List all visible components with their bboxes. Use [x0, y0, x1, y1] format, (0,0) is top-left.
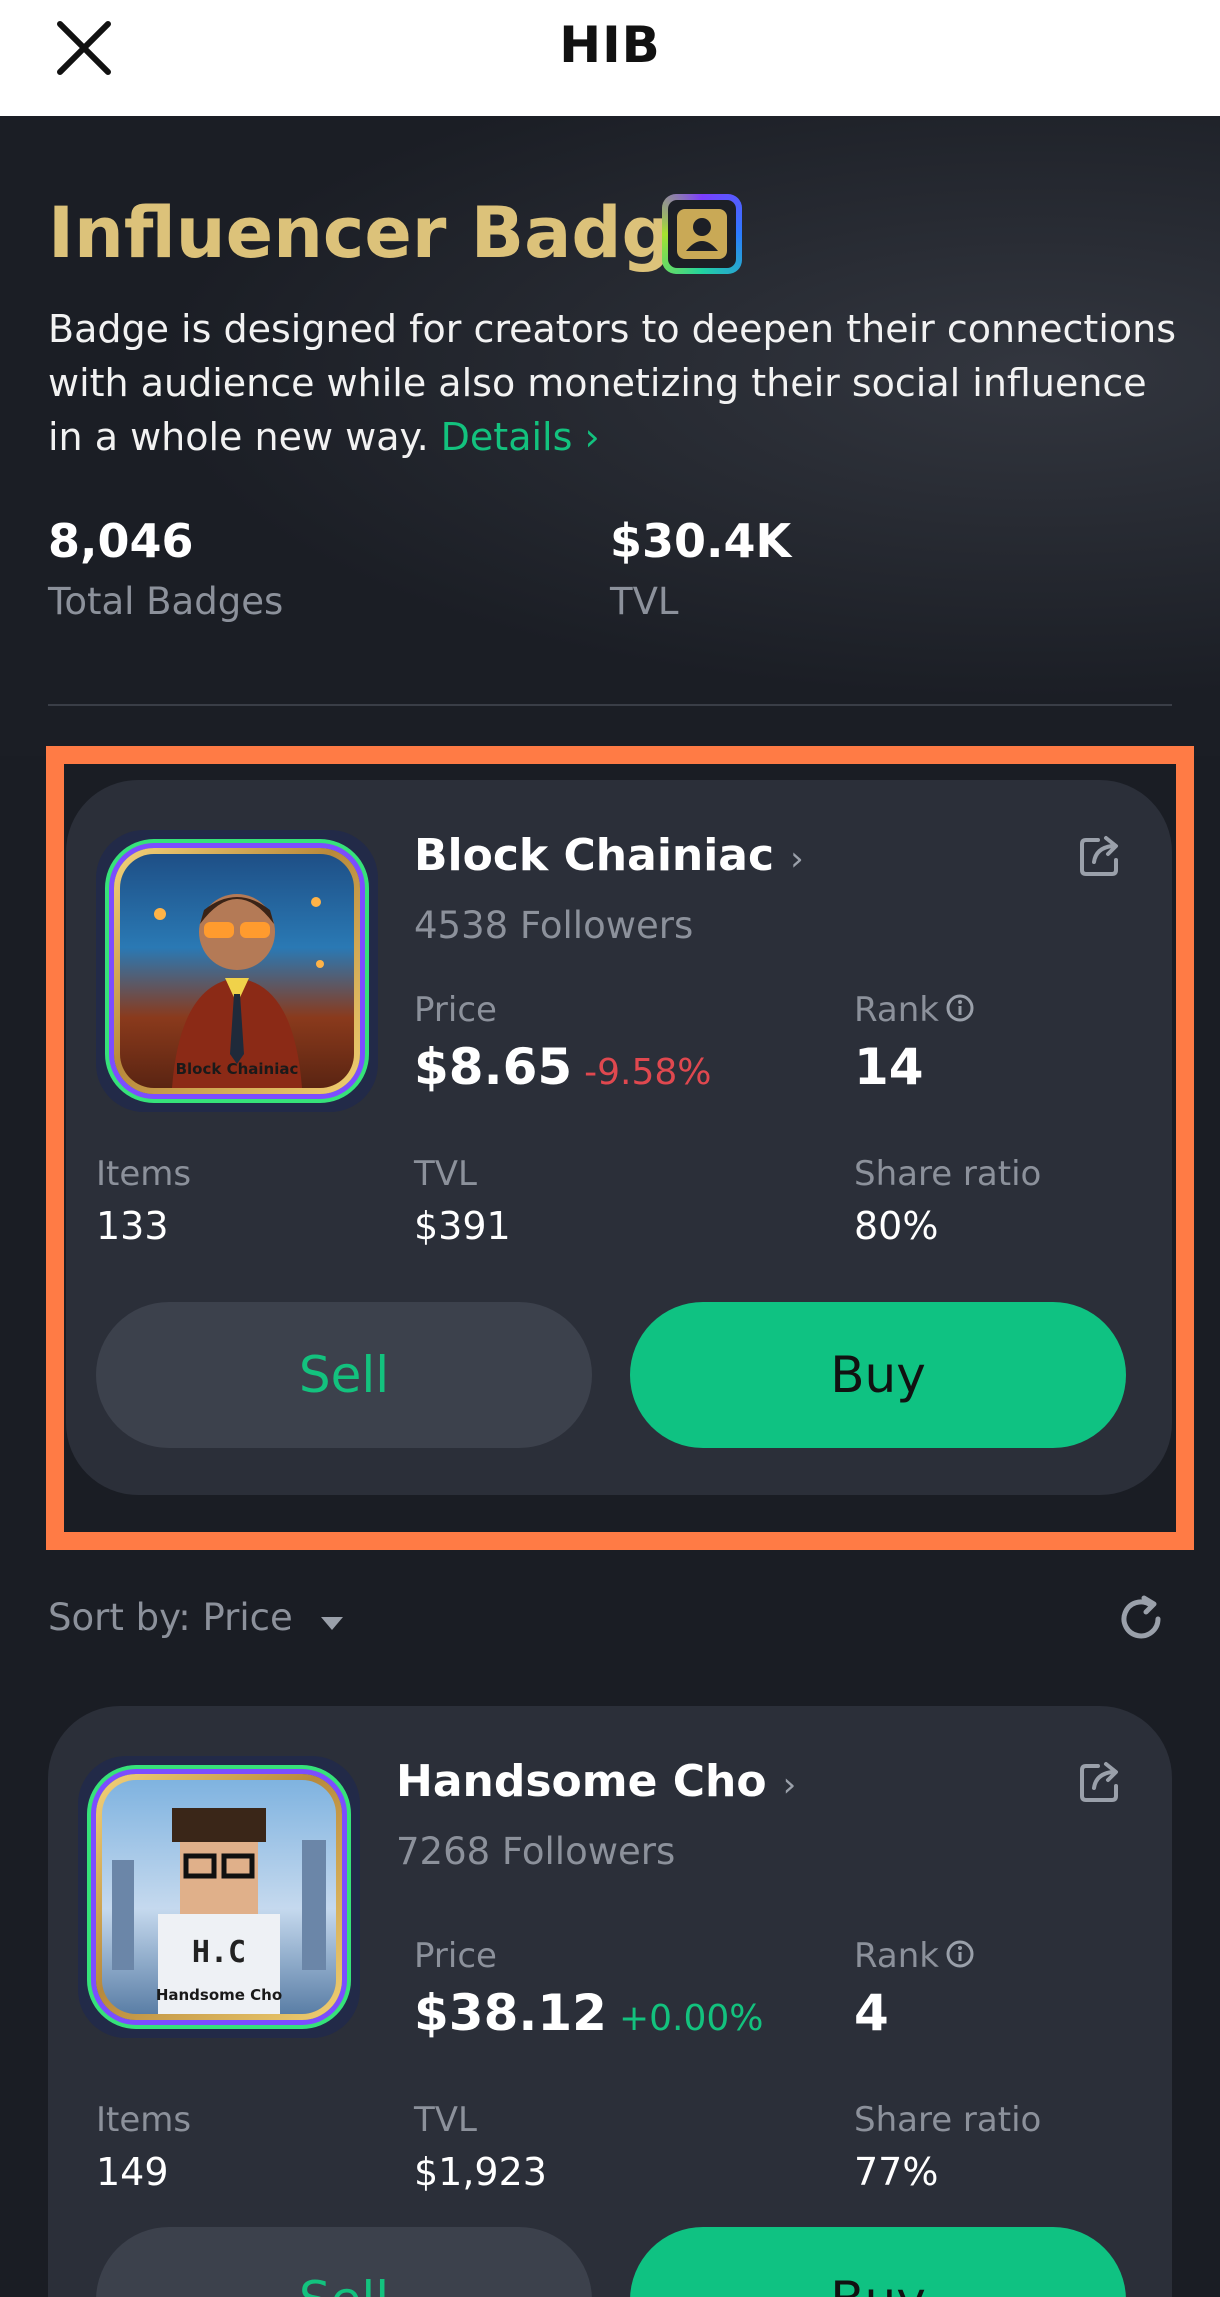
tvl-label: TVL — [414, 1154, 477, 1194]
price-value: $38.12 +0.00% — [414, 1984, 763, 2042]
total-badges-value: 8,046 — [48, 514, 194, 568]
share-ratio-value: 77% — [854, 2150, 939, 2194]
tvl-value: $391 — [414, 1204, 511, 1248]
avatar-caption: Block Chainiac — [175, 1060, 299, 1078]
items-value: 133 — [96, 1204, 169, 1248]
info-icon — [945, 992, 975, 1032]
buy-button[interactable]: Buy — [630, 1302, 1126, 1448]
price-text: $8.65 — [414, 1038, 573, 1096]
chevron-right-icon: › — [782, 1765, 797, 1805]
followers-count: 7268 Followers — [396, 1830, 676, 1873]
hero-section: Influencer Badge Badge is designed for c… — [0, 116, 1220, 756]
items-label: Items — [96, 1154, 192, 1194]
price-value: $8.65 -9.58% — [414, 1038, 712, 1096]
tvl-label: TVL — [414, 2100, 477, 2140]
items-value: 149 — [96, 2150, 169, 2194]
total-badges-label: Total Badges — [48, 580, 284, 623]
chevron-right-icon: › — [790, 839, 804, 879]
sort-label: Sort by: Price — [48, 1596, 293, 1639]
price-label: Price — [414, 1936, 497, 1976]
rank-value: 4 — [854, 1984, 889, 2042]
rank-label[interactable]: Rank — [854, 990, 975, 1032]
divider — [48, 704, 1172, 706]
badge-name[interactable]: Handsome Cho › — [396, 1756, 796, 1807]
share-icon[interactable] — [1078, 832, 1124, 878]
tvl-label: TVL — [610, 580, 679, 623]
hero-title: Influencer Badge — [48, 192, 720, 274]
items-label: Items — [96, 2100, 192, 2140]
sell-button[interactable]: Sell — [96, 2227, 592, 2297]
price-change: +0.00% — [618, 1998, 764, 2039]
avatar-caption: Handsome Cho — [155, 1986, 283, 2004]
svg-text:H.C: H.C — [192, 1935, 246, 1970]
refresh-icon[interactable] — [1114, 1592, 1168, 1646]
badge-user-icon — [662, 194, 742, 274]
avatar[interactable]: H.C Handsome Cho — [78, 1756, 360, 2038]
price-change: -9.58% — [584, 1052, 712, 1093]
avatar[interactable]: Block Chainiac — [96, 830, 378, 1112]
tvl-value: $30.4K — [610, 514, 792, 568]
sell-button[interactable]: Sell — [96, 1302, 592, 1448]
tvl-value: $1,923 — [414, 2150, 547, 2194]
details-link[interactable]: Details › — [441, 415, 600, 459]
rank-value: 14 — [854, 1038, 924, 1096]
caret-down-icon — [319, 1598, 345, 1641]
info-icon — [945, 1938, 975, 1978]
details-label: Details — [440, 415, 573, 459]
rank-label-text: Rank — [854, 1936, 939, 1976]
top-bar: HIB — [0, 0, 1220, 116]
hero-description-text: Badge is designed for creators to deepen… — [48, 307, 1177, 459]
buy-button[interactable]: Buy — [630, 2227, 1126, 2297]
share-ratio-label: Share ratio — [854, 2100, 1042, 2140]
share-ratio-value: 80% — [854, 1204, 939, 1248]
badge-name-text: Handsome Cho — [396, 1756, 767, 1807]
followers-count: 4538 Followers — [414, 904, 694, 947]
rank-label-text: Rank — [854, 990, 939, 1030]
badge-name-text: Block Chainiac — [414, 830, 775, 881]
share-icon[interactable] — [1078, 1758, 1124, 1804]
badge-name[interactable]: Block Chainiac › — [414, 830, 804, 881]
badge-card: Block Chainiac Block Chainiac › 4538 Foll… — [66, 780, 1172, 1495]
price-text: $38.12 — [414, 1984, 607, 2042]
badge-card: H.C Handsome Cho Handsome Cho › 7268 Foll… — [48, 1706, 1172, 2297]
sort-dropdown[interactable]: Sort by: Price — [48, 1596, 345, 1641]
rank-label[interactable]: Rank — [854, 1936, 975, 1978]
hero-description: Badge is designed for creators to deepen… — [48, 302, 1178, 464]
price-label: Price — [414, 990, 497, 1030]
share-ratio-label: Share ratio — [854, 1154, 1042, 1194]
page-title: HIB — [559, 16, 661, 74]
